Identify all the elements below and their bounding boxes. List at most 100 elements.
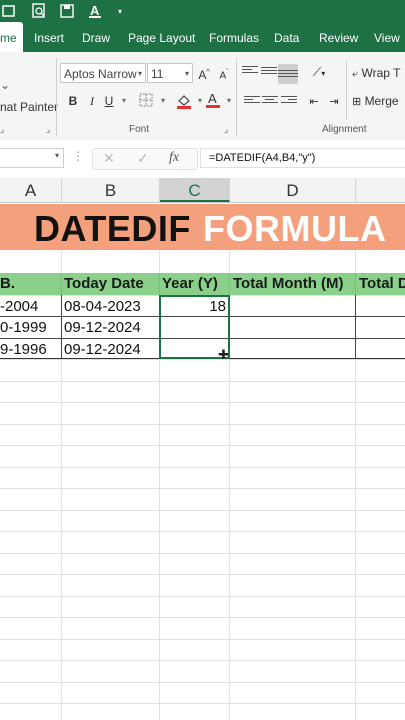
table-cell[interactable]: 9-1996 — [0, 339, 61, 359]
column-header-e[interactable] — [356, 178, 405, 202]
gridline — [0, 617, 405, 618]
column-header-d[interactable]: D — [230, 178, 356, 202]
formula-bar: ▾ ⋮ ✕ ✓ fx =DATEDIF(A4,B4,"y") — [0, 140, 405, 179]
gridline — [0, 682, 405, 683]
save-icon[interactable] — [56, 0, 78, 22]
title-bar: A ▾ — [0, 0, 405, 22]
quick-access-icon[interactable] — [0, 0, 18, 22]
tab-review[interactable]: Review — [319, 22, 358, 52]
alignment-group-label: Alignment — [322, 124, 367, 135]
banner-title-part1: DATEDIF — [34, 208, 191, 249]
column-header-a[interactable]: A — [0, 178, 62, 202]
cancel-icon[interactable]: ✕ — [103, 150, 115, 167]
separator — [236, 58, 237, 136]
column-header-c[interactable]: C — [160, 178, 230, 202]
insert-function-icon[interactable]: fx — [169, 150, 179, 166]
font-color-dropdown-icon[interactable]: ▾ — [221, 93, 237, 109]
align-middle-icon[interactable] — [261, 65, 277, 81]
gridline — [0, 660, 405, 661]
font-group-label: Font — [129, 124, 150, 135]
table-header-cell[interactable]: Total D — [356, 273, 405, 295]
font-color-quick-icon[interactable]: A — [84, 0, 106, 22]
increase-indent-icon[interactable]: ⇥ — [326, 94, 342, 110]
orientation-icon[interactable]: ⟋▾ — [308, 64, 330, 80]
customize-toolbar-icon[interactable]: ▾ — [114, 0, 126, 22]
clipboard-dropdown-arrow[interactable]: ⌄ — [0, 78, 10, 92]
table-cell[interactable]: 09-12-2024 — [62, 317, 159, 338]
tab-formulas[interactable]: Formulas — [209, 22, 259, 52]
table-header-cell[interactable]: Today Date — [62, 273, 159, 295]
svg-text:A: A — [90, 3, 100, 18]
gridline — [0, 553, 405, 554]
gridline — [0, 488, 405, 489]
tab-page-layout[interactable]: Page Layout — [128, 22, 195, 52]
chevron-down-icon: ▾ — [54, 151, 59, 160]
gridline — [0, 359, 405, 360]
decrease-font-size-icon[interactable]: Aˇ — [216, 65, 232, 81]
gridline — [0, 703, 405, 704]
increase-font-size-icon[interactable]: A^ — [196, 65, 212, 82]
align-top-icon[interactable] — [242, 64, 258, 80]
font-name-value: Aptos Narrow — [64, 67, 137, 81]
italic-icon[interactable]: I — [84, 93, 100, 109]
table-cell[interactable]: 09-12-2024 — [62, 339, 159, 359]
formula-actions: ✕ ✓ fx — [92, 148, 198, 170]
fill-color-icon[interactable] — [176, 93, 192, 109]
decrease-indent-icon[interactable]: ⇤ — [306, 94, 322, 110]
font-size-dropdown[interactable]: 11 ▾ — [147, 63, 193, 83]
wrap-text-label: Wrap T — [361, 66, 401, 80]
tab-draw[interactable]: Draw — [82, 22, 110, 52]
table-col-border — [355, 295, 356, 359]
gridline — [0, 574, 405, 575]
table-header-cell[interactable]: Total Month (M) — [230, 273, 355, 295]
tab-view[interactable]: View — [374, 22, 400, 52]
table-cell[interactable]: 08-04-2023 — [62, 296, 159, 316]
borders-icon[interactable] — [138, 93, 154, 109]
table-cell[interactable]: 0-1999 — [0, 317, 61, 338]
ribbon-tabs: me Insert Draw Page Layout Formulas Data… — [0, 22, 405, 52]
clipboard-expand-icon[interactable]: ⌟ — [0, 124, 4, 135]
tab-data[interactable]: Data — [274, 22, 299, 52]
clipboard-launcher-icon[interactable]: ⌟ — [46, 124, 50, 135]
align-right-icon[interactable] — [281, 94, 297, 110]
separator — [56, 58, 57, 136]
font-name-dropdown[interactable]: Aptos Narrow ▾ — [60, 63, 146, 83]
formula-input[interactable]: =DATEDIF(A4,B4,"y") — [200, 148, 405, 168]
font-color-icon[interactable]: A — [205, 91, 221, 108]
column-headers: A B C D — [0, 178, 405, 203]
gridline — [0, 381, 405, 382]
gridline — [355, 273, 356, 295]
gridline — [0, 596, 405, 597]
gridline — [0, 424, 405, 425]
column-header-b[interactable]: B — [62, 178, 160, 202]
separator — [346, 60, 347, 120]
align-left-icon[interactable] — [244, 94, 260, 110]
wrap-text-icon: ⤶ — [352, 68, 359, 80]
merge-button[interactable]: ⊞ Merge — [352, 94, 399, 108]
title-banner: DATEDIF FORMULA — [0, 204, 405, 250]
underline-icon[interactable]: U — [101, 93, 117, 109]
borders-dropdown-icon[interactable]: ▾ — [155, 93, 171, 109]
table-header-cell[interactable]: B. — [0, 273, 61, 295]
format-painter-button[interactable]: nat Painter — [0, 100, 58, 114]
gridline — [61, 273, 62, 295]
chevron-down-icon: ▾ — [184, 69, 189, 78]
table-header-cell[interactable]: Year (Y) — [160, 273, 229, 295]
underline-dropdown-icon[interactable]: ▾ — [116, 93, 132, 109]
gridline — [0, 531, 405, 532]
name-box[interactable]: ▾ — [0, 148, 64, 168]
svg-text:A: A — [208, 91, 217, 106]
align-bottom-icon[interactable] — [278, 64, 298, 84]
font-dialog-launcher-icon[interactable]: ⌟ — [224, 124, 228, 135]
ribbon: ⌄ nat Painter ⌟ ⌟ Aptos Narrow ▾ 11 ▾ A^ A… — [0, 52, 405, 141]
table-cell[interactable]: -2004 — [0, 296, 61, 316]
more-dots-icon: ⋮ — [72, 149, 84, 163]
wrap-text-button[interactable]: ⤶ Wrap T — [352, 66, 400, 81]
enter-icon[interactable]: ✓ — [137, 150, 149, 167]
search-icon[interactable] — [28, 0, 50, 22]
tab-home[interactable]: me — [0, 22, 23, 52]
align-center-icon[interactable] — [262, 94, 278, 110]
tab-insert[interactable]: Insert — [34, 22, 64, 52]
bold-icon[interactable]: B — [65, 93, 81, 109]
gridline — [0, 639, 405, 640]
